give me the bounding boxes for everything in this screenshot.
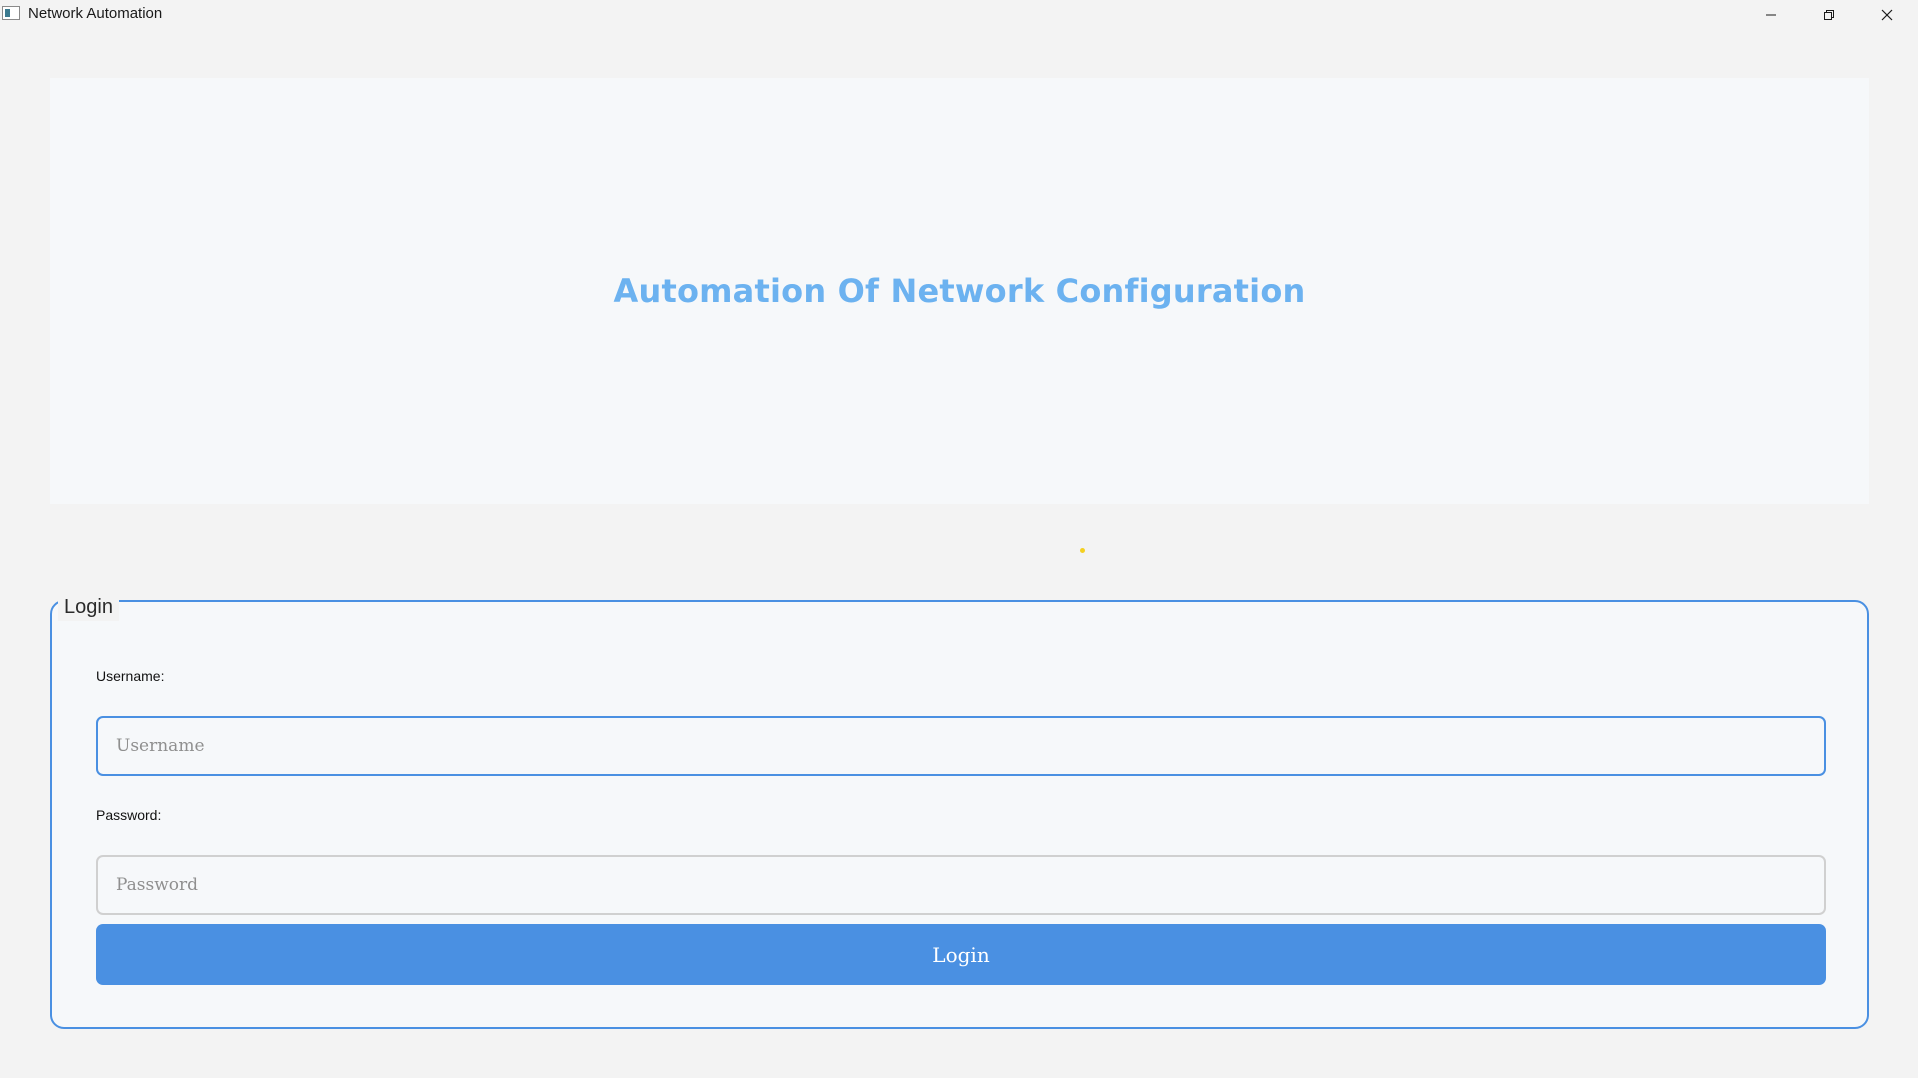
minimize-button[interactable]	[1742, 0, 1800, 30]
restore-icon	[1824, 10, 1834, 20]
username-input[interactable]	[96, 716, 1826, 776]
close-button[interactable]	[1858, 0, 1916, 30]
page-title: Automation Of Network Configuration	[613, 272, 1306, 310]
app-icon	[2, 6, 20, 20]
close-icon	[1881, 9, 1893, 21]
login-button[interactable]: Login	[96, 924, 1826, 985]
login-group-title: Login	[58, 592, 119, 621]
minimize-icon	[1766, 14, 1776, 16]
username-label: Username:	[96, 668, 165, 684]
login-group: Login Username: Password: Login	[50, 592, 1869, 1029]
password-label: Password:	[96, 807, 162, 823]
password-input[interactable]	[96, 855, 1826, 915]
title-bar[interactable]: Network Automation	[0, 0, 1918, 30]
header-banner: Automation Of Network Configuration	[50, 78, 1869, 504]
app-window: Network Automation Automation Of Network…	[0, 0, 1918, 1078]
restore-button[interactable]	[1800, 0, 1858, 30]
window-title: Network Automation	[28, 5, 163, 22]
loading-indicator	[1080, 548, 1085, 553]
